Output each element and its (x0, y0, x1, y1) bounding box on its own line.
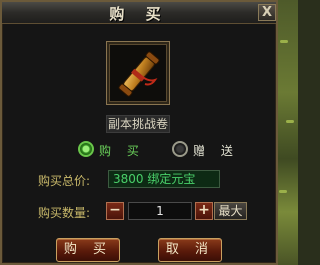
item-name: 副本挑战卷 (106, 115, 170, 133)
close-button[interactable]: X (258, 4, 276, 21)
game-scenery-background (276, 0, 298, 265)
decrease-quantity-button[interactable]: − (106, 202, 124, 220)
total-price-label: 购买总价: (38, 174, 91, 188)
max-quantity-button[interactable]: 最大 (214, 202, 247, 220)
cancel-button[interactable]: 取 消 (158, 238, 222, 262)
foliage-decor (286, 120, 294, 123)
foliage-decor (280, 40, 288, 43)
dialog-title-bar[interactable]: 购 买 X (2, 2, 276, 24)
quantity-input[interactable]: 1 (128, 202, 192, 220)
dialog-title: 购 买 (109, 5, 169, 23)
foliage-decor (279, 190, 287, 193)
item-slot[interactable] (106, 41, 170, 105)
purchase-dialog: 购 买 X 副本挑战卷 购 买 赠 送 购买总价: 3800 绑定元宝 购买数量… (0, 0, 278, 265)
increase-quantity-button[interactable]: + (195, 202, 213, 220)
scroll-icon (118, 51, 160, 97)
quantity-label: 购买数量: (38, 206, 91, 220)
buy-option-label[interactable]: 购 买 (99, 142, 145, 159)
buy-button[interactable]: 购 买 (56, 238, 120, 262)
buy-option-radio[interactable] (78, 141, 94, 157)
gift-option-radio[interactable] (172, 141, 188, 157)
total-price-value: 3800 绑定元宝 (108, 170, 220, 188)
gift-option-label[interactable]: 赠 送 (193, 142, 239, 159)
